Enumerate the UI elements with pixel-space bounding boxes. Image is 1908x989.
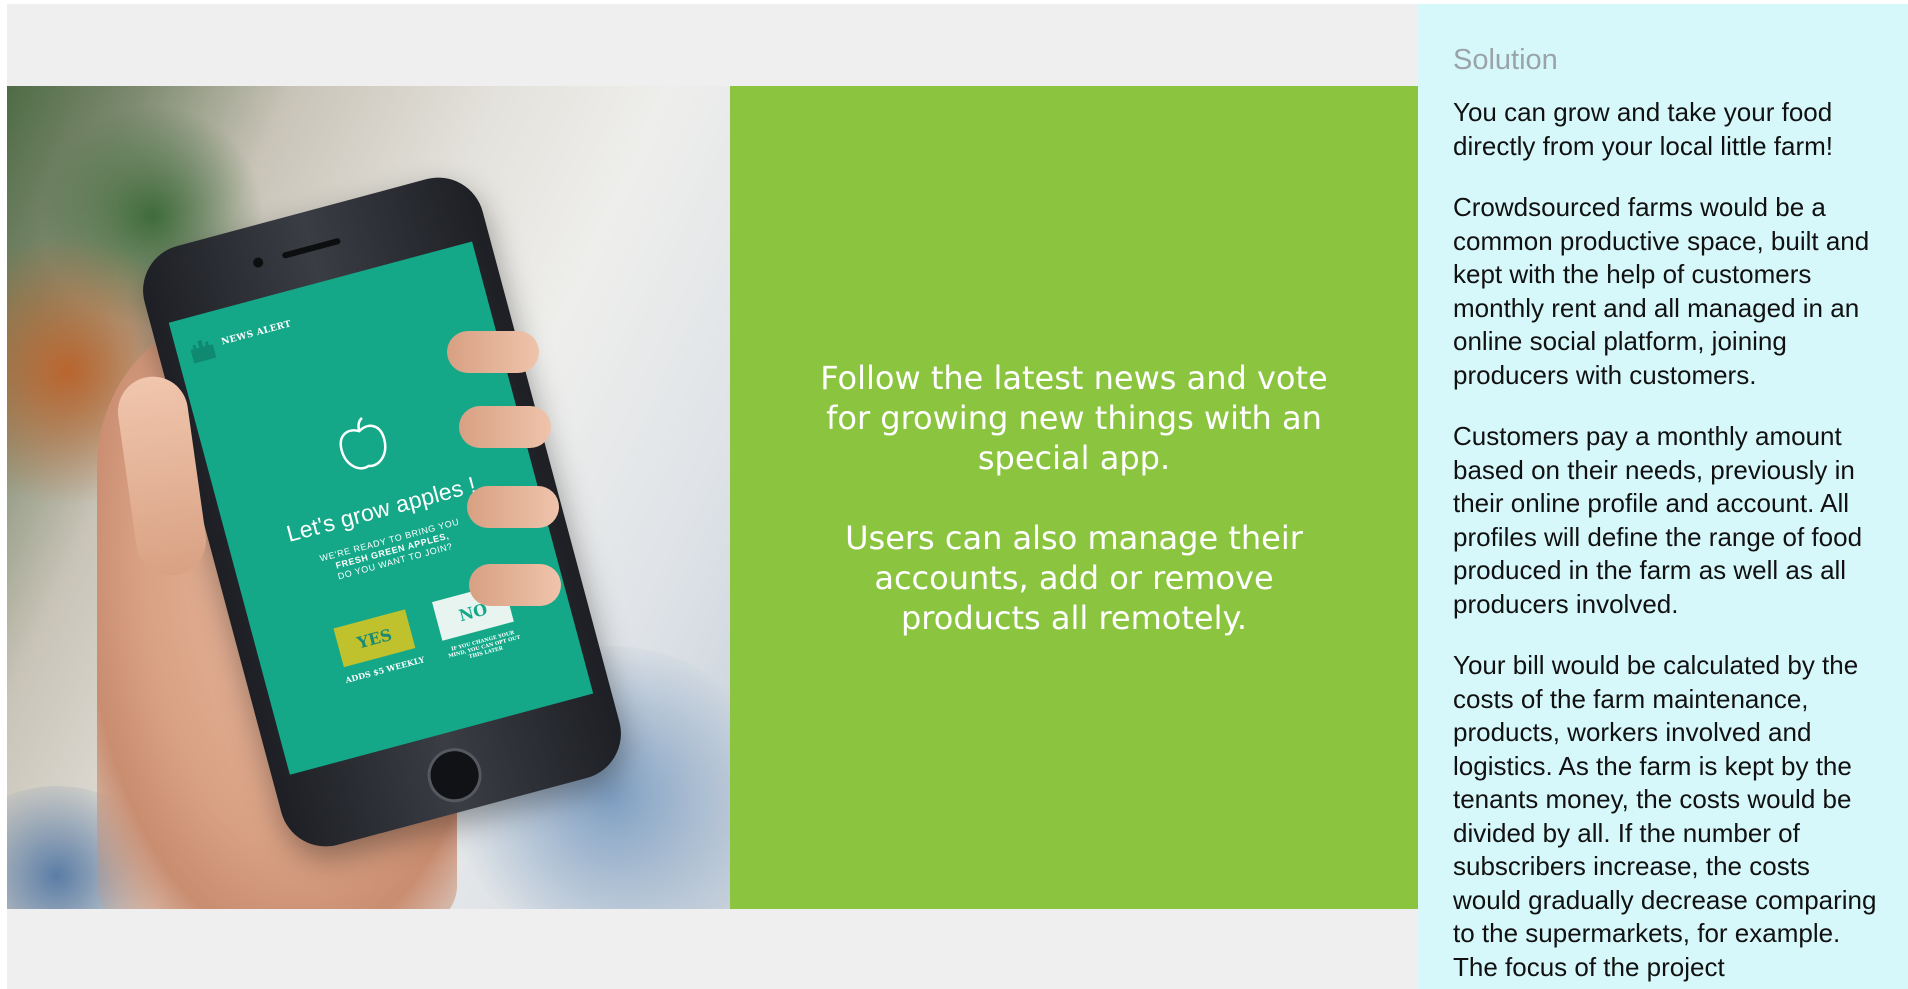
slide-viewer: NEWS ALERT Let's grow apples ! WE'RE REA… — [7, 4, 1418, 989]
sidebar-title: Solution — [1453, 44, 1558, 76]
phone-photo: NEWS ALERT Let's grow apples ! WE'RE REA… — [7, 86, 730, 909]
caption-paragraph-1: Follow the latest news and vote for grow… — [820, 358, 1328, 477]
sidebar-paragraph: Your bill would be calculated by the cos… — [1453, 650, 1877, 982]
finger-2 — [459, 406, 551, 448]
apple-icon — [339, 417, 387, 470]
finger-1 — [447, 331, 539, 373]
caption-paragraph-2: Users can also manage their accounts, ad… — [845, 518, 1303, 637]
finger-4 — [469, 564, 561, 606]
solution-sidebar[interactable]: Solution You can grow and take your food… — [1418, 4, 1908, 989]
castle-logo-icon — [190, 339, 217, 364]
caption-panel: Follow the latest news and vote for grow… — [730, 86, 1418, 909]
sidebar-body: You can grow and take your food directly… — [1453, 96, 1883, 989]
news-alert-label: NEWS ALERT — [220, 319, 293, 348]
finger-3 — [467, 486, 559, 528]
sidebar-paragraph: Customers pay a monthly amount based on … — [1453, 421, 1863, 619]
sidebar-paragraph: Crowdsourced farms would be a common pro… — [1453, 192, 1870, 390]
sidebar-paragraph: You can grow and take your food directly… — [1453, 97, 1833, 161]
slide: NEWS ALERT Let's grow apples ! WE'RE REA… — [7, 86, 1418, 909]
